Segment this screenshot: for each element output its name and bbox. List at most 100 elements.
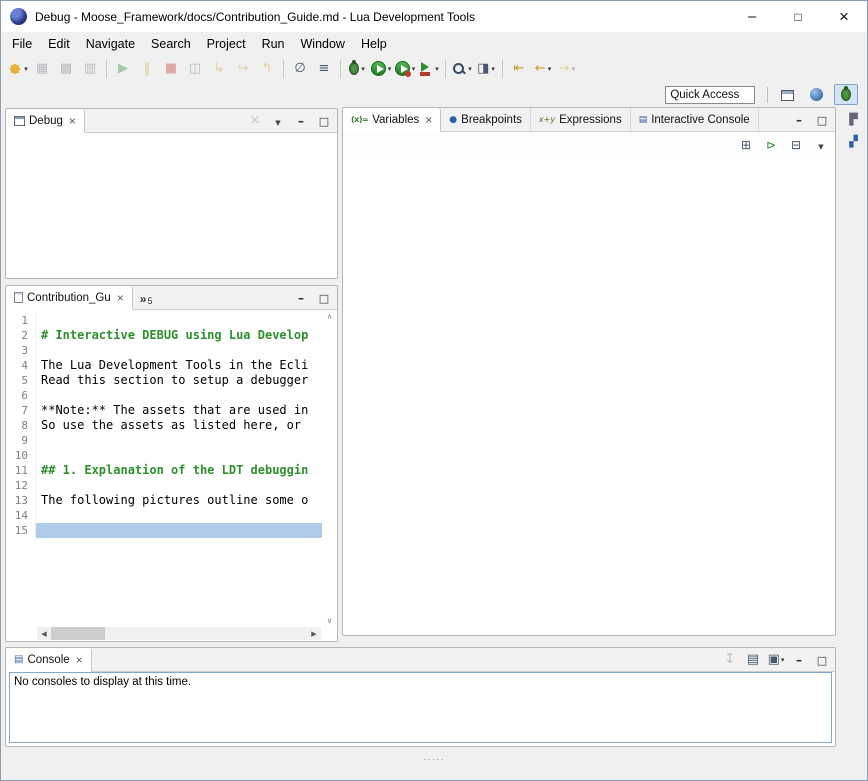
line-text[interactable]: Read this section to setup a debugger (36, 373, 322, 388)
tab-close-icon[interactable] (76, 653, 83, 667)
quick-access-box[interactable]: Quick Access (665, 86, 755, 104)
step-over-button[interactable]: ↪ (232, 58, 254, 80)
close-window-button[interactable] (821, 1, 867, 32)
editor-line[interactable]: 12 (6, 478, 322, 493)
editor-line[interactable]: 1 (6, 313, 322, 328)
save-all-button[interactable]: ▩ (55, 58, 77, 80)
minimize-view-button[interactable] (791, 112, 807, 128)
tab-contribution-guide[interactable]: Contribution_Gu (6, 286, 133, 310)
editor-line[interactable]: 5 Read this section to setup a debugger (6, 373, 322, 388)
editor-line[interactable]: 15 (6, 523, 322, 538)
line-number[interactable]: 10 (6, 448, 36, 463)
run-button[interactable] (370, 58, 392, 80)
menu-navigate[interactable]: Navigate (78, 34, 143, 54)
line-number[interactable]: 12 (6, 478, 36, 493)
editor-line[interactable]: 2 # Interactive DEBUG using Lua Develop (6, 328, 322, 343)
minimized-view-button[interactable]: ▞ (843, 131, 864, 151)
editor-line[interactable]: 8 So use the assets as listed here, or (6, 418, 322, 433)
open-task-button[interactable]: ◨ (475, 58, 497, 80)
editor-line[interactable]: 10 (6, 448, 322, 463)
line-text[interactable]: ## 1. Explanation of the LDT debuggin (36, 463, 322, 478)
last-edit-location-button[interactable]: ⇤ (508, 58, 530, 80)
scroll-up-icon[interactable] (327, 312, 333, 321)
editor-line[interactable]: 7 **Note:** The assets that are used in (6, 403, 322, 418)
maximize-view-button[interactable] (814, 112, 830, 128)
display-selected-console-button[interactable]: ▤ (745, 652, 761, 668)
editor-line[interactable]: 13 The following pictures outline some o (6, 493, 322, 508)
maximize-view-button[interactable] (316, 113, 332, 129)
use-step-filters-button[interactable]: ≡ (313, 58, 335, 80)
line-text[interactable]: **Note:** The assets that are used in (36, 403, 322, 418)
line-number[interactable]: 2 (6, 328, 36, 343)
editor-line[interactable]: 14 (6, 508, 322, 523)
skip-all-breakpoints-button[interactable]: ∅ (289, 58, 311, 80)
step-into-button[interactable]: ↳ (208, 58, 230, 80)
line-number[interactable]: 15 (6, 523, 36, 538)
minimize-window-button[interactable] (729, 1, 775, 32)
code-area[interactable]: 1 2 # Interactive DEBUG using Lua Develo… (6, 310, 322, 627)
line-number[interactable]: 9 (6, 433, 36, 448)
line-text[interactable] (36, 478, 322, 493)
splitter-handle-icon[interactable] (423, 751, 445, 765)
line-text[interactable] (36, 343, 322, 358)
resume-button[interactable]: ▶ (112, 58, 134, 80)
show-type-names-button[interactable]: ⊞ (738, 137, 754, 153)
tab-interactive-console[interactable]: ▤ Interactive Console (631, 108, 759, 131)
line-text[interactable]: So use the assets as listed here, or (36, 418, 322, 433)
tab-debug[interactable]: Debug (6, 109, 85, 133)
editor-line[interactable]: 3 (6, 343, 322, 358)
tab-close-icon[interactable] (117, 291, 124, 305)
editor-line[interactable]: 4 The Lua Development Tools in the Ecli (6, 358, 322, 373)
tab-expressions[interactable]: x+y Expressions (531, 108, 631, 131)
line-number[interactable]: 13 (6, 493, 36, 508)
line-text[interactable] (36, 313, 322, 328)
disconnect-button[interactable]: ◫ (184, 58, 206, 80)
line-number[interactable]: 8 (6, 418, 36, 433)
tab-console[interactable]: Console (6, 648, 92, 672)
tab-breakpoints[interactable]: ● Breakpoints (441, 108, 531, 131)
back-button[interactable]: ← (532, 58, 554, 80)
new-wizard-button[interactable] (7, 58, 29, 80)
menu-file[interactable]: File (4, 34, 40, 54)
scroll-right-icon[interactable] (307, 630, 321, 638)
line-number[interactable]: 5 (6, 373, 36, 388)
menu-run[interactable]: Run (254, 34, 293, 54)
scrollbar-thumb[interactable] (51, 627, 105, 640)
line-number[interactable]: 1 (6, 313, 36, 328)
debug-perspective-button[interactable] (834, 84, 858, 105)
line-text[interactable]: The following pictures outline some o (36, 493, 322, 508)
view-menu-button[interactable] (270, 113, 286, 129)
external-tools-button[interactable] (418, 58, 440, 80)
minimize-view-button[interactable] (293, 113, 309, 129)
menu-search[interactable]: Search (143, 34, 199, 54)
line-number[interactable]: 4 (6, 358, 36, 373)
save-button[interactable]: ▦ (31, 58, 53, 80)
line-number[interactable]: 14 (6, 508, 36, 523)
editor-line[interactable]: 9 (6, 433, 322, 448)
step-return-button[interactable]: ↰ (256, 58, 278, 80)
editor-line[interactable]: 6 (6, 388, 322, 403)
tab-variables[interactable]: (x)= Variables (343, 108, 441, 132)
minimize-view-button[interactable] (293, 290, 309, 306)
open-console-button[interactable]: ▣ (768, 652, 784, 668)
line-text[interactable]: The Lua Development Tools in the Ecli (36, 358, 322, 373)
line-number[interactable]: 3 (6, 343, 36, 358)
scroll-left-icon[interactable] (37, 630, 51, 638)
lua-perspective-button[interactable] (805, 84, 829, 105)
collapse-all-button[interactable]: ⊟ (788, 137, 804, 153)
view-menu-button[interactable] (813, 137, 829, 153)
tab-close-icon[interactable] (425, 113, 432, 127)
maximize-view-button[interactable] (814, 652, 830, 668)
search-button[interactable] (451, 58, 473, 80)
horizontal-scrollbar[interactable] (37, 627, 321, 640)
restore-view-button[interactable]: ▛ (843, 109, 864, 129)
minimize-view-button[interactable] (791, 652, 807, 668)
terminate-button[interactable]: ■ (160, 58, 182, 80)
menu-help[interactable]: Help (353, 34, 395, 54)
line-text[interactable] (36, 508, 322, 523)
hidden-editors-indicator[interactable]: 5 (133, 286, 160, 309)
tab-close-icon[interactable] (69, 114, 76, 128)
menu-window[interactable]: Window (293, 34, 353, 54)
line-text[interactable]: # Interactive DEBUG using Lua Develop (36, 328, 322, 343)
line-text[interactable] (36, 523, 322, 538)
